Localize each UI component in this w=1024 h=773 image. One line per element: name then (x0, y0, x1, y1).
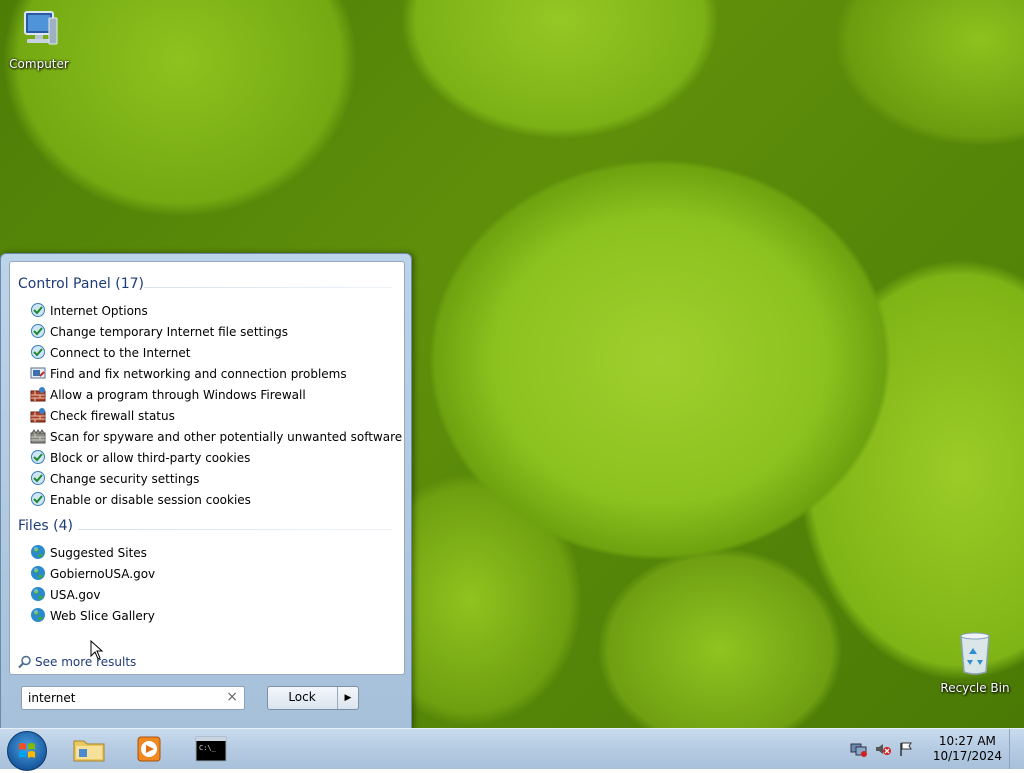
result-usa-gov[interactable]: USA.gov (30, 585, 101, 605)
result-suggested-sites[interactable]: Suggested Sites (30, 543, 147, 563)
section-title: Files (4) (18, 518, 74, 534)
troubleshoot-icon (30, 367, 46, 379)
internet-options-icon (31, 324, 45, 338)
folder-icon (73, 740, 105, 762)
result-label: Change temporary Internet file settings (50, 325, 289, 339)
search-results-pane: Control Panel (17) Internet Options Chan… (9, 261, 405, 675)
result-internet-options[interactable]: Internet Options (30, 301, 148, 321)
lock-button[interactable]: Lock ▶ (267, 686, 359, 710)
section-header-control-panel[interactable]: Control Panel (17) (18, 276, 396, 296)
taskbar-command-prompt[interactable]: C:\_ (192, 733, 230, 765)
section-divider (78, 529, 392, 530)
result-label: Allow a program through Windows Firewall (50, 388, 306, 402)
result-label: USA.gov (50, 588, 101, 602)
network-icon[interactable] (850, 741, 868, 757)
internet-options-icon (31, 450, 45, 464)
result-find-fix-networking[interactable]: Find and fix networking and connection p… (30, 364, 347, 384)
system-tray: 10:27 AM 10/17/2024 (844, 729, 1024, 769)
windows-logo-icon (19, 743, 35, 758)
result-gobiernousa-gov[interactable]: GobiernoUSA.gov (30, 564, 155, 584)
taskbar-media-player[interactable] (130, 733, 168, 765)
computer-icon (24, 11, 58, 45)
result-connect-to-internet[interactable]: Connect to the Internet (30, 343, 190, 363)
section-title: Control Panel (17) (18, 276, 145, 292)
result-change-temp-internet-files[interactable]: Change temporary Internet file settings (30, 322, 288, 342)
show-desktop-button[interactable] (1009, 729, 1024, 769)
section-divider (144, 287, 392, 288)
see-more-results-link[interactable]: See more results (18, 655, 136, 669)
globe-icon (31, 545, 45, 559)
search-icon (18, 655, 31, 669)
clock-time: 10:27 AM (938, 734, 996, 748)
result-scan-for-spyware[interactable]: Scan for spyware and other potentially u… (30, 427, 402, 447)
firewall-icon (30, 408, 46, 423)
search-input[interactable] (26, 690, 220, 706)
result-web-slice-gallery[interactable]: Web Slice Gallery (30, 606, 155, 626)
svg-text:C:\_: C:\_ (199, 744, 217, 752)
firewall-icon (30, 387, 46, 402)
result-check-firewall-status[interactable]: Check firewall status (30, 406, 175, 426)
cmd-icon: C:\_ (195, 736, 227, 762)
globe-icon (31, 608, 45, 622)
result-label: GobiernoUSA.gov (50, 567, 156, 581)
result-label: Find and fix networking and connection p… (50, 367, 347, 381)
internet-options-icon (31, 471, 45, 485)
taskbar-windows-explorer[interactable] (70, 733, 108, 765)
start-menu: Control Panel (17) Internet Options Chan… (0, 253, 412, 730)
power-options-arrow-icon[interactable]: ▶ (337, 687, 358, 709)
clock[interactable]: 10:27 AM 10/17/2024 (933, 734, 1002, 764)
start-search-box[interactable]: × (21, 686, 245, 710)
internet-options-icon (31, 492, 45, 506)
desktop-icon-label: Recycle Bin (940, 681, 1010, 695)
result-label: Enable or disable session cookies (50, 493, 251, 507)
result-label: Scan for spyware and other potentially u… (50, 430, 403, 444)
action-center-flag-icon[interactable] (898, 741, 914, 757)
media-player-icon (137, 736, 161, 762)
globe-icon (31, 566, 45, 580)
result-label: Change security settings (50, 472, 200, 486)
internet-options-icon (31, 303, 45, 317)
see-more-label: See more results (35, 655, 137, 669)
globe-icon (31, 587, 45, 601)
recycle-bin-icon (960, 632, 990, 675)
result-label: Internet Options (50, 304, 148, 318)
clock-date: 10/17/2024 (932, 749, 1002, 763)
defender-icon (30, 429, 46, 444)
desktop-icon-recycle-bin[interactable]: Recycle Bin (940, 630, 1010, 695)
clear-search-icon[interactable]: × (226, 689, 238, 705)
result-label: Check firewall status (50, 409, 175, 423)
volume-muted-icon[interactable] (874, 741, 892, 757)
result-session-cookies[interactable]: Enable or disable session cookies (30, 490, 251, 510)
result-label: Web Slice Gallery (50, 609, 155, 623)
internet-options-icon (31, 345, 45, 359)
mouse-cursor-icon (90, 640, 104, 660)
result-block-third-party-cookies[interactable]: Block or allow third-party cookies (30, 448, 250, 468)
result-allow-program-firewall[interactable]: Allow a program through Windows Firewall (30, 385, 306, 405)
start-button[interactable] (7, 731, 47, 771)
result-change-security-settings[interactable]: Change security settings (30, 469, 199, 489)
desktop-icon-computer[interactable]: Computer (4, 8, 74, 71)
result-label: Connect to the Internet (50, 346, 191, 360)
lock-button-label: Lock (288, 690, 316, 704)
result-label: Suggested Sites (50, 546, 147, 560)
taskbar: C:\_ 10:27 AM 10/17/2024 (0, 728, 1024, 771)
result-label: Block or allow third-party cookies (50, 451, 251, 465)
section-header-files[interactable]: Files (4) (18, 518, 396, 538)
desktop-icon-label: Computer (9, 57, 69, 71)
